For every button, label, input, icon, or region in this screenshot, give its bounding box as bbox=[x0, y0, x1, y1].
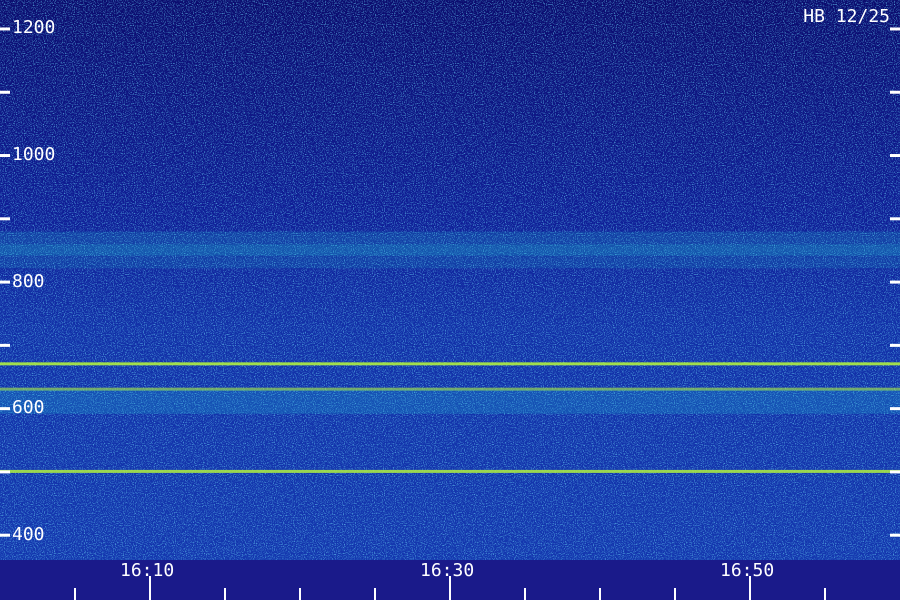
x-tick-11 bbox=[824, 588, 826, 600]
y-tick-minor-1100-R bbox=[890, 90, 900, 94]
y-tick-label: 400 bbox=[12, 523, 45, 545]
spectrogram-noise bbox=[0, 0, 900, 600]
x-tick-label: 16:50 bbox=[720, 560, 775, 581]
y-tick-label: 600 bbox=[12, 397, 45, 419]
y-tick-major-1000-R bbox=[890, 154, 900, 158]
y-tick-minor-1100-L bbox=[0, 90, 10, 94]
emission-band-5 bbox=[0, 244, 900, 269]
y-tick-minor-900-L bbox=[0, 217, 10, 221]
y-tick-minor-500-L bbox=[0, 470, 10, 474]
x-tick-3 bbox=[224, 588, 226, 600]
y-tick-major-1200-L bbox=[0, 27, 10, 31]
y-tick-major-400-R bbox=[890, 533, 900, 537]
x-tick-5 bbox=[374, 588, 376, 600]
x-tick-label: 16:30 bbox=[420, 560, 475, 581]
y-tick-label: 1200 bbox=[12, 17, 56, 39]
emission-band-2 bbox=[0, 389, 900, 414]
x-tick-8 bbox=[599, 588, 601, 600]
spectrogram-chart: 400 600 800 1000 1200 16:10 16:30 16:50 HB 12/… bbox=[0, 0, 900, 600]
emission-band-0 bbox=[0, 362, 900, 366]
y-tick-major-600-R bbox=[890, 407, 900, 411]
y-tick-major-1000-L bbox=[0, 154, 10, 158]
y-tick-label: 800 bbox=[12, 270, 45, 292]
y-tick-minor-900-R bbox=[890, 217, 900, 221]
x-tick-4 bbox=[299, 588, 301, 600]
x-tick-7 bbox=[524, 588, 526, 600]
y-tick-label: 1000 bbox=[12, 144, 56, 166]
y-tick-major-800-R bbox=[890, 280, 900, 284]
corner-label: HB 12/25 bbox=[803, 6, 890, 27]
emission-band-3 bbox=[0, 469, 900, 473]
x-tick-9 bbox=[674, 588, 676, 600]
y-tick-major-800-L bbox=[0, 280, 10, 284]
y-tick-major-1200-R bbox=[890, 27, 900, 31]
y-tick-minor-500-R bbox=[890, 470, 900, 474]
x-tick-label: 16:10 bbox=[120, 560, 175, 581]
y-tick-major-400-L bbox=[0, 533, 10, 537]
spectrogram-plot bbox=[0, 0, 900, 600]
y-tick-minor-700-L bbox=[0, 343, 10, 347]
y-tick-major-600-L bbox=[0, 407, 10, 411]
x-tick-1 bbox=[74, 588, 76, 600]
y-tick-minor-700-R bbox=[890, 343, 900, 347]
